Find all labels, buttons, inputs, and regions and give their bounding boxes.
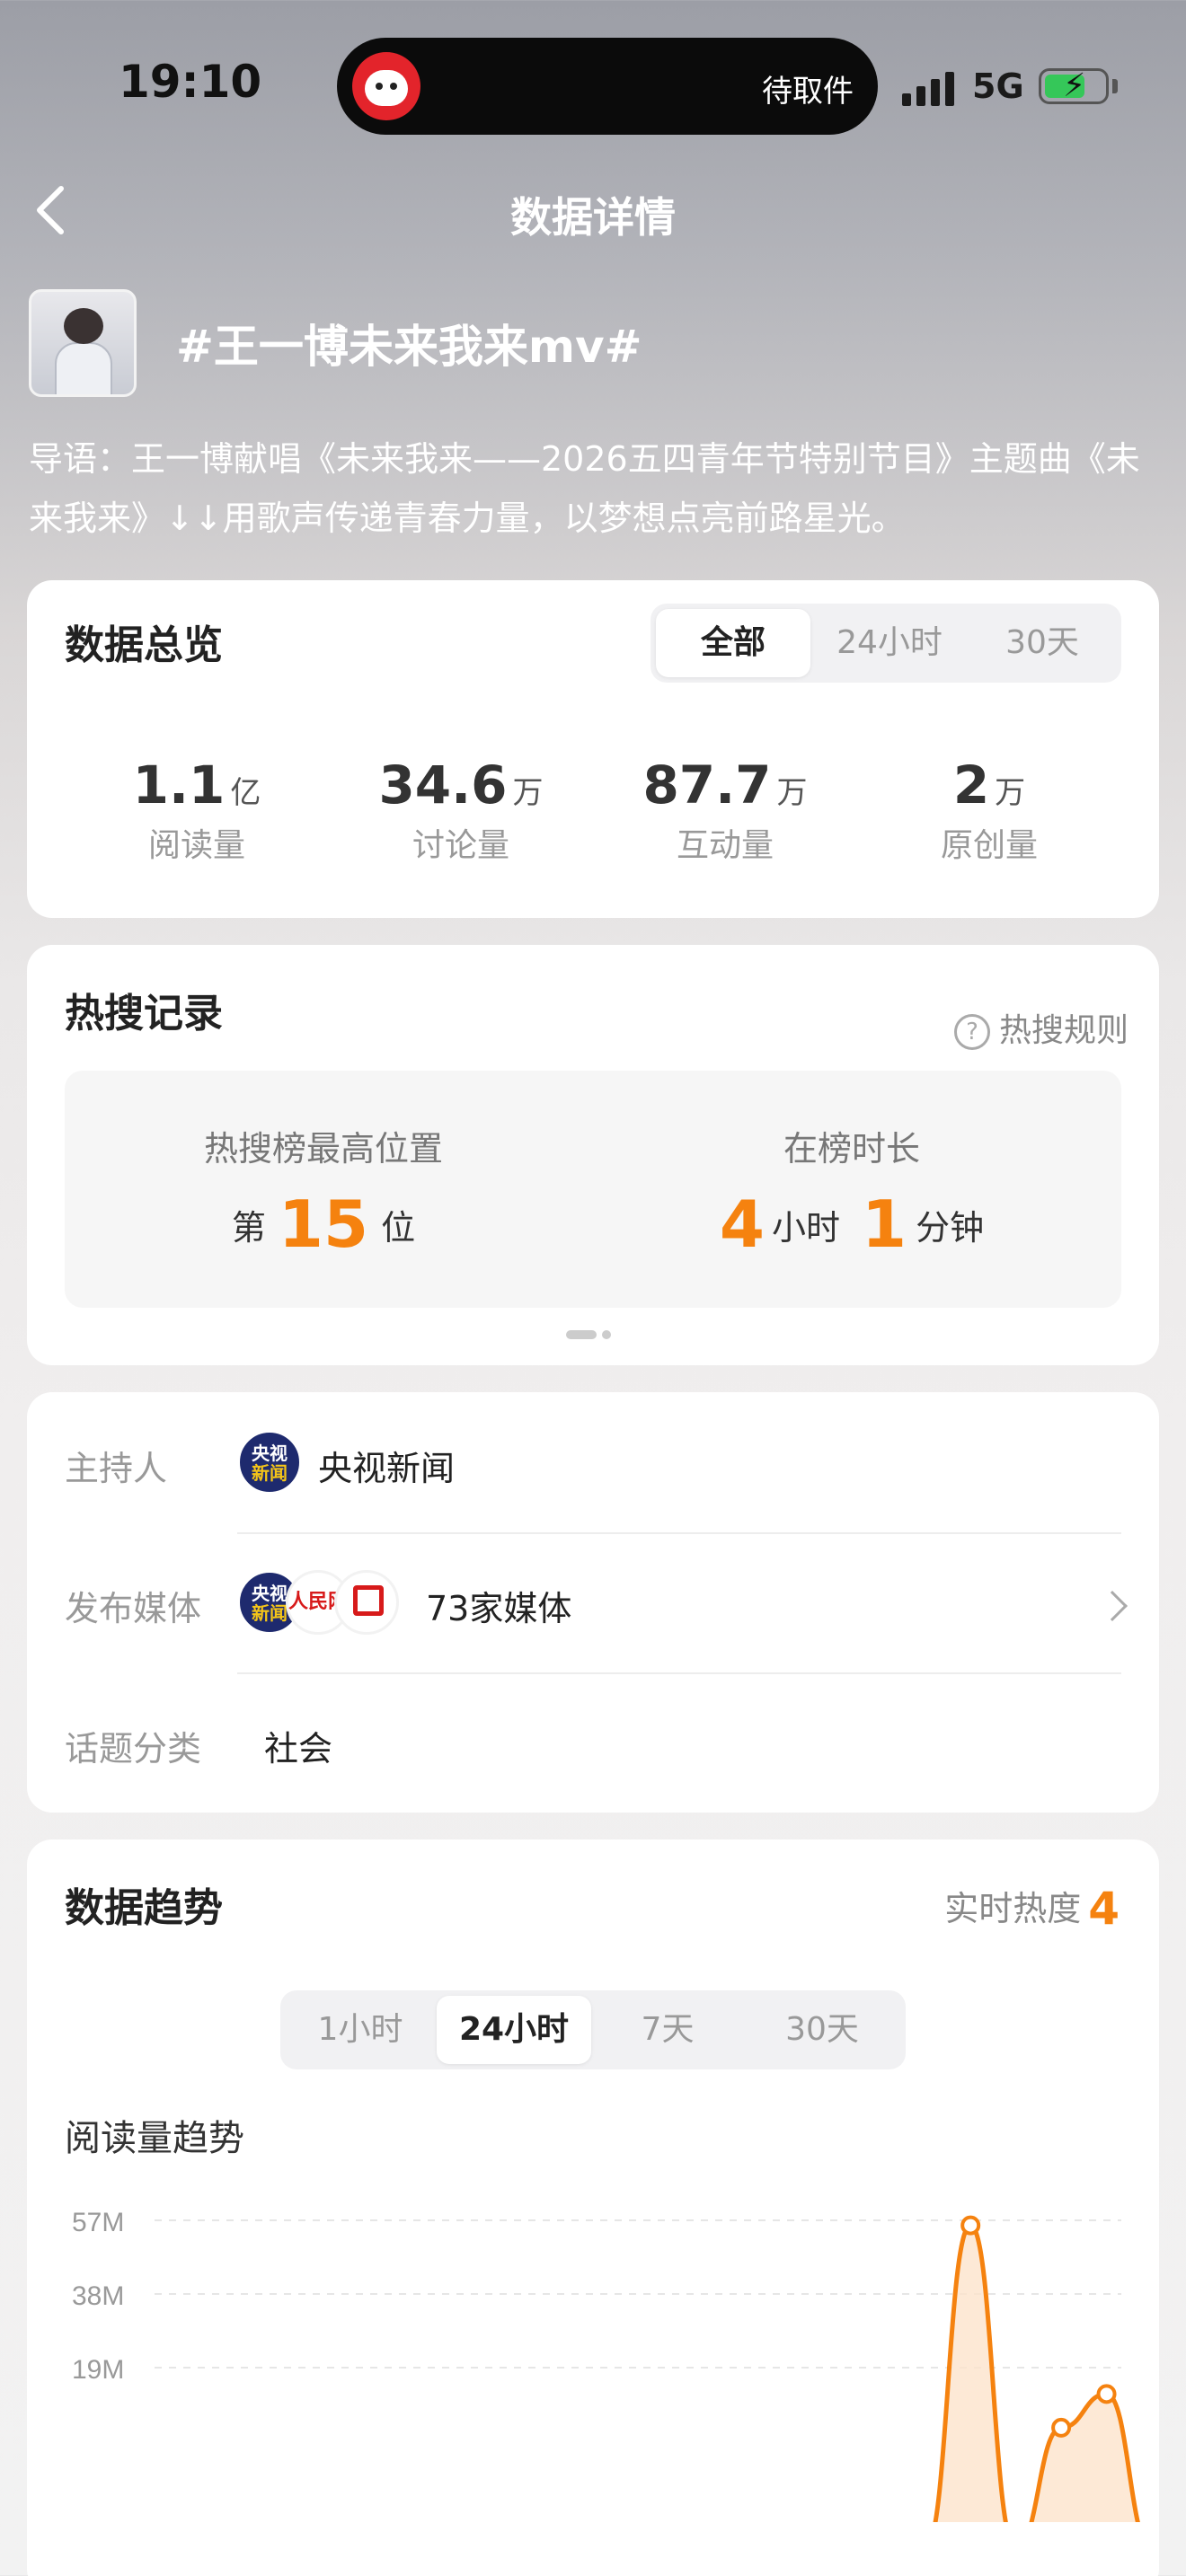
overview-range-tabs: 全部 24小时 30天 xyxy=(651,604,1121,683)
question-icon: ? xyxy=(953,1014,990,1050)
stat-unit: 万 xyxy=(776,775,808,811)
tab-30d[interactable]: 30天 xyxy=(969,609,1116,677)
stat-value: 87.7 xyxy=(642,754,772,816)
heat-value: 4 xyxy=(1088,1883,1120,1935)
peak-suffix: 位 xyxy=(381,1208,416,1248)
stat-interactions: 87.7 万 互动量 xyxy=(595,754,855,866)
battery-cap xyxy=(1112,79,1118,93)
stat-unit: 万 xyxy=(995,775,1026,811)
cctv-news-logo: 央视 新闻 xyxy=(237,1430,302,1495)
duration-minutes: 1 xyxy=(862,1187,907,1262)
island-pickup-text: 待取件 xyxy=(762,74,854,110)
hot-search-card: 热搜记录 ? 热搜规则 热搜榜最高位置 第 15 位 在榜时长 4 小时 1 分钟 xyxy=(27,945,1159,1365)
overview-title: 数据总览 xyxy=(65,622,223,668)
stat-value: 34.6 xyxy=(378,754,508,816)
stat-reads: 1.1 亿 阅读量 xyxy=(66,754,327,866)
stat-label: 互动量 xyxy=(676,827,774,864)
stat-originals: 2万 原创量 xyxy=(859,754,1120,866)
host-label: 主持人 xyxy=(65,1449,168,1488)
stat-discussions: 34.6 万 讨论量 xyxy=(331,754,591,866)
peak-value: 15 xyxy=(278,1187,369,1262)
stat-label: 原创量 xyxy=(940,827,1038,864)
topic-lead: 导语：王一博献唱《未来我来——2026五四青年节特别节目》主题曲《未来我来》↓↓… xyxy=(29,439,1140,538)
tab-30d[interactable]: 30天 xyxy=(744,1996,900,2064)
page-indicator xyxy=(566,1326,616,1343)
status-time: 19:10 xyxy=(119,56,262,108)
signal-icon xyxy=(902,72,958,106)
chevron-right-icon[interactable] xyxy=(1097,1591,1128,1621)
minutes-unit: 分钟 xyxy=(916,1208,985,1248)
peak-label: 热搜榜最高位置 xyxy=(203,1129,443,1169)
reads-trend-chart: 57M 38M 19M xyxy=(72,2208,1140,2522)
topic-title: #王一博未来我来mv# xyxy=(176,321,642,373)
hot-search-title: 热搜记录 xyxy=(65,991,223,1037)
data-point[interactable] xyxy=(960,2215,981,2236)
app-mascot-icon xyxy=(352,52,420,120)
data-point[interactable] xyxy=(1051,2417,1072,2438)
duration-hours: 4 xyxy=(719,1187,765,1262)
media-label: 发布媒体 xyxy=(65,1589,202,1628)
page-title: 数据详情 xyxy=(510,193,676,242)
rule-label: 热搜规则 xyxy=(998,1012,1128,1049)
stat-label: 阅读量 xyxy=(147,827,245,864)
topic-thumbnail xyxy=(29,289,137,397)
logo-text-top: 央视 xyxy=(252,1583,288,1604)
topic-info-card: 主持人 央视 新闻 央视新闻 发布媒体 央视 新闻 人民网 73家媒体 话题分类 社… xyxy=(27,1392,1159,1813)
logo-text-bottom: 新闻 xyxy=(252,1602,288,1624)
stat-label: 讨论量 xyxy=(412,827,509,864)
trend-title: 数据趋势 xyxy=(65,1885,223,1931)
tab-all[interactable]: 全部 xyxy=(656,609,810,677)
tab-24h[interactable]: 24小时 xyxy=(437,1996,591,2064)
overview-card: 数据总览 全部 24小时 30天 1.1 亿 阅读量 34.6 万 讨论量 87.7… xyxy=(27,580,1159,918)
media-value[interactable]: 73家媒体 xyxy=(426,1581,571,1630)
battery-icon: ⚡ xyxy=(1039,67,1109,104)
row-divider xyxy=(237,1532,1121,1534)
duration-label: 在榜时长 xyxy=(783,1129,920,1169)
heat-label: 实时热度 xyxy=(944,1889,1082,1928)
trend-range-tabs: 1小时 24小时 7天 30天 xyxy=(280,1990,906,2069)
host-value[interactable]: 央视新闻 xyxy=(318,1441,455,1490)
realtime-heat: 实时热度 4 xyxy=(944,1881,1120,1935)
cctv4-logo xyxy=(334,1570,399,1635)
stat-unit: 亿 xyxy=(230,775,261,811)
y-tick-label: 57M xyxy=(72,2208,124,2237)
y-tick-label: 19M xyxy=(72,2355,124,2385)
series-line xyxy=(933,2223,1140,2522)
tab-24h[interactable]: 24小时 xyxy=(812,609,967,677)
reads-trend-subtitle: 阅读量趋势 xyxy=(65,2118,244,2159)
row-divider xyxy=(237,1672,1121,1674)
tab-1h[interactable]: 1小时 xyxy=(286,1996,435,2064)
data-point[interactable] xyxy=(1096,2384,1117,2404)
hot-search-stats: 热搜榜最高位置 第 15 位 在榜时长 4 小时 1 分钟 xyxy=(65,1071,1121,1308)
tab-7d[interactable]: 7天 xyxy=(593,1996,742,2064)
y-tick-label: 38M xyxy=(72,2281,124,2311)
category-value: 社会 xyxy=(264,1729,333,1769)
stat-unit: 万 xyxy=(512,775,544,811)
logo-text-bottom: 新闻 xyxy=(252,1462,288,1484)
on-list-duration: 在榜时长 4 小时 1 分钟 xyxy=(600,1121,1103,1262)
network-type: 5G xyxy=(972,66,1024,106)
stat-value: 1.1 xyxy=(132,754,226,816)
logo-text-top: 央视 xyxy=(252,1442,288,1464)
peak-prefix: 第 xyxy=(231,1208,266,1248)
peak-position: 热搜榜最高位置 第 15 位 xyxy=(72,1121,575,1262)
category-label: 话题分类 xyxy=(65,1729,202,1769)
stat-value: 2 xyxy=(952,754,990,816)
trend-card: 数据趋势 实时热度 4 1小时 24小时 7天 30天 阅读量趋势 57M 38M 1… xyxy=(27,1839,1159,2576)
hot-search-rule-link[interactable]: ? 热搜规则 xyxy=(953,1004,1128,1051)
hours-unit: 小时 xyxy=(771,1208,840,1248)
